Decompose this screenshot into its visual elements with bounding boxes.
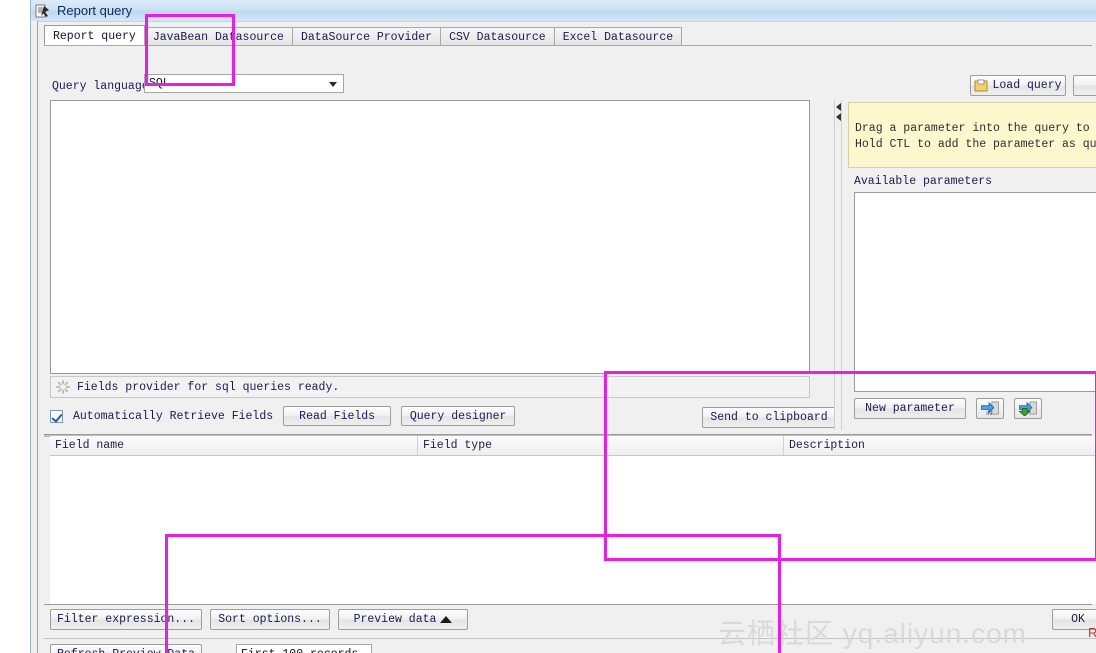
refresh-preview-data-button[interactable]: Refresh Preview Data [50,644,202,653]
tab-label: Excel Datasource [562,31,674,44]
panel-splitter[interactable] [834,100,842,430]
load-query-button[interactable]: Load query [970,75,1066,96]
available-parameters-label: Available parameters [854,175,993,188]
parameters-hint-line-1: Drag a parameter into the query to add a… [855,122,1096,135]
watermark-red-mark: R [1088,625,1096,640]
sort-options-label: Sort options... [218,613,322,626]
tab-datasource-provider[interactable]: DataSource Provider [291,27,442,46]
query-designer-label: Query designer [409,409,507,423]
tab-label: JavaBean Datasource [152,31,284,44]
preview-data-button[interactable]: Preview data [338,609,468,630]
column-header-field-type[interactable]: Field type [418,436,784,455]
query-language-select[interactable]: SQL [144,74,344,93]
read-fields-button[interactable]: Read Fields [283,406,392,426]
query-designer-button[interactable]: Query designer [401,406,516,426]
filter-expression-button[interactable]: Filter expression... [50,609,202,630]
tab-excel-datasource[interactable]: Excel Datasource [553,27,683,46]
tabstrip-underline [44,45,1092,46]
parameters-hint: Drag a parameter into the query to add a… [848,102,1096,168]
report-query-icon [35,3,51,19]
column-header-field-name[interactable]: Field name [50,436,418,455]
fields-table-body[interactable] [50,456,1096,604]
tab-report-query[interactable]: Report query [44,25,145,46]
spinner-icon [55,379,71,395]
filter-expression-label: Filter expression... [56,613,196,626]
load-query-label: Load query [992,79,1062,92]
desktop-left-margin [0,0,30,653]
send-to-clipboard-button[interactable]: Send to clipboard [702,407,836,428]
records-count-select[interactable]: First 100 records [236,644,372,653]
tab-label: Report query [53,30,136,43]
query-language-value: SQL [149,77,170,90]
auto-retrieve-fields-checkbox[interactable] [50,409,63,423]
refresh-preview-data-label: Refresh Preview Data [57,648,195,653]
fields-provider-status: Fields provider for sql queries ready. [50,376,810,398]
report-query-dialog: Report query Report query JavaBean Datas… [30,0,1096,653]
splitter-collapse-left-icon[interactable] [836,103,841,111]
parameters-hint-line-2: Hold CTL to add the parameter as query c… [855,138,1096,151]
preview-data-label: Preview data [353,613,437,626]
read-fields-label: Read Fields [299,409,376,423]
dialog-title: Report query [57,3,133,18]
query-language-label: Query language [52,80,149,93]
tab-csv-datasource[interactable]: CSV Datasource [440,27,555,46]
send-to-clipboard-label: Send to clipboard [710,411,828,424]
parameter-in-icon[interactable]: IN [976,398,1004,419]
status-text: Fields provider for sql queries ready. [77,380,340,394]
chevron-down-icon [329,81,337,87]
sort-options-button[interactable]: Sort options... [210,609,330,630]
records-count-value: First 100 records [237,648,358,653]
tab-javabean-datasource[interactable]: JavaBean Datasource [143,27,293,46]
parameter-out-icon[interactable] [1014,398,1042,419]
fields-table-header: Field name Field type Description [50,436,1096,456]
save-query-button[interactable]: Sa [1073,75,1096,96]
folder-open-icon [974,79,988,92]
column-header-description[interactable]: Description [784,436,1096,455]
svg-text:IN: IN [986,411,992,416]
datasource-tabstrip: Report query JavaBean Datasource DataSou… [44,25,683,46]
triangle-up-icon [440,616,453,623]
screenshot-root: Report query Report query JavaBean Datas… [0,0,1096,653]
dialog-client-area: Report query JavaBean Datasource DataSou… [37,21,1096,653]
new-parameter-button[interactable]: New parameter [854,398,966,419]
query-editor[interactable] [50,100,810,374]
available-parameters-list[interactable] [854,192,1096,392]
dialog-titlebar: Report query [31,0,1096,21]
new-parameter-label: New parameter [865,402,955,415]
splitter-expand-right-icon[interactable] [836,113,841,121]
auto-retrieve-fields-label: Automatically Retrieve Fields [73,409,274,423]
ok-label: OK [1071,613,1085,626]
fields-options-row: Automatically Retrieve Fields Read Field… [50,406,516,426]
tab-label: DataSource Provider [300,31,433,44]
tab-label: CSV Datasource [449,31,546,44]
